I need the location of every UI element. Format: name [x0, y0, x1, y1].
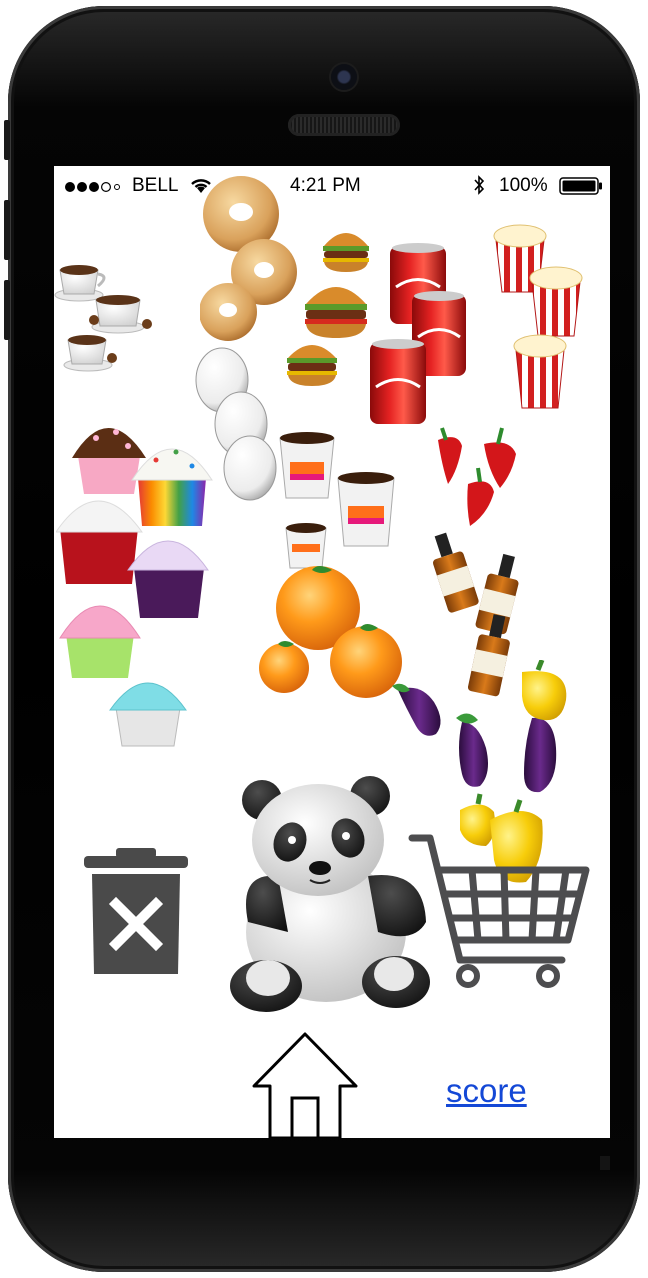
popcorn-icon: [513, 334, 567, 409]
cupcake-icon: [109, 682, 187, 747]
egg-icon: [223, 435, 277, 501]
coffee-cup-icon: [89, 295, 152, 334]
cola-cans[interactable]: [366, 242, 470, 427]
shopping-cart-icon[interactable]: [408, 832, 592, 988]
cupcakes[interactable]: [56, 408, 216, 748]
chili-peppers[interactable]: [428, 422, 524, 532]
clock: 4:21 PM: [290, 175, 361, 196]
cupcake-icon: [72, 428, 146, 494]
orange-icon: [259, 641, 309, 693]
popcorn-icon: [529, 266, 583, 337]
front-camera: [331, 64, 357, 90]
volume-down-button: [4, 280, 10, 340]
screen: BELL 4:21 PM 100% score: [54, 166, 610, 1138]
trash-can-icon[interactable]: [82, 846, 190, 976]
frame-detail: [600, 1156, 610, 1170]
dunkin-coffee-icon: [285, 523, 327, 569]
coffee-cup-icon: [63, 335, 117, 372]
carrier-label: BELL: [132, 175, 179, 196]
eggplant-icon: [392, 683, 441, 736]
donuts[interactable]: [200, 176, 300, 346]
hamburger-icon: [305, 287, 367, 338]
hamburger-icon: [323, 233, 369, 272]
chili-pepper-icon: [467, 467, 494, 526]
cola-can-icon: [370, 339, 426, 424]
chili-pepper-icon: [438, 427, 462, 484]
cupcake-icon: [56, 500, 143, 584]
dunkin-coffee-icon: [337, 472, 395, 547]
yellow-pepper-icon: [522, 660, 567, 721]
hamburgers[interactable]: [286, 226, 376, 386]
battery-icon: [559, 177, 603, 201]
mute-switch: [4, 120, 10, 160]
popcorn[interactable]: [492, 222, 584, 412]
earpiece-speaker: [288, 114, 400, 136]
battery-percent: 100%: [499, 175, 548, 196]
volume-up-button: [4, 200, 10, 260]
cupcake-icon: [127, 540, 209, 618]
status-bar: BELL 4:21 PM 100%: [54, 166, 610, 204]
score-link[interactable]: score: [446, 1072, 527, 1110]
hamburger-icon: [287, 345, 337, 386]
cupcake-icon: [131, 448, 213, 526]
bluetooth-icon: [473, 175, 485, 201]
dunkin-coffee-icon: [279, 432, 335, 499]
oranges[interactable]: [256, 564, 406, 704]
chili-pepper-icon: [484, 427, 516, 488]
coffee-cups[interactable]: [54, 254, 154, 374]
donut-icon: [200, 283, 257, 341]
whiskey-bottle-icon: [432, 532, 479, 613]
home-icon[interactable]: [250, 1030, 360, 1138]
coffee-cup-icon: [54, 265, 106, 302]
dunkin-cups[interactable]: [276, 430, 398, 572]
cupcake-icon: [59, 605, 141, 678]
signal-dots-icon: [64, 178, 120, 200]
